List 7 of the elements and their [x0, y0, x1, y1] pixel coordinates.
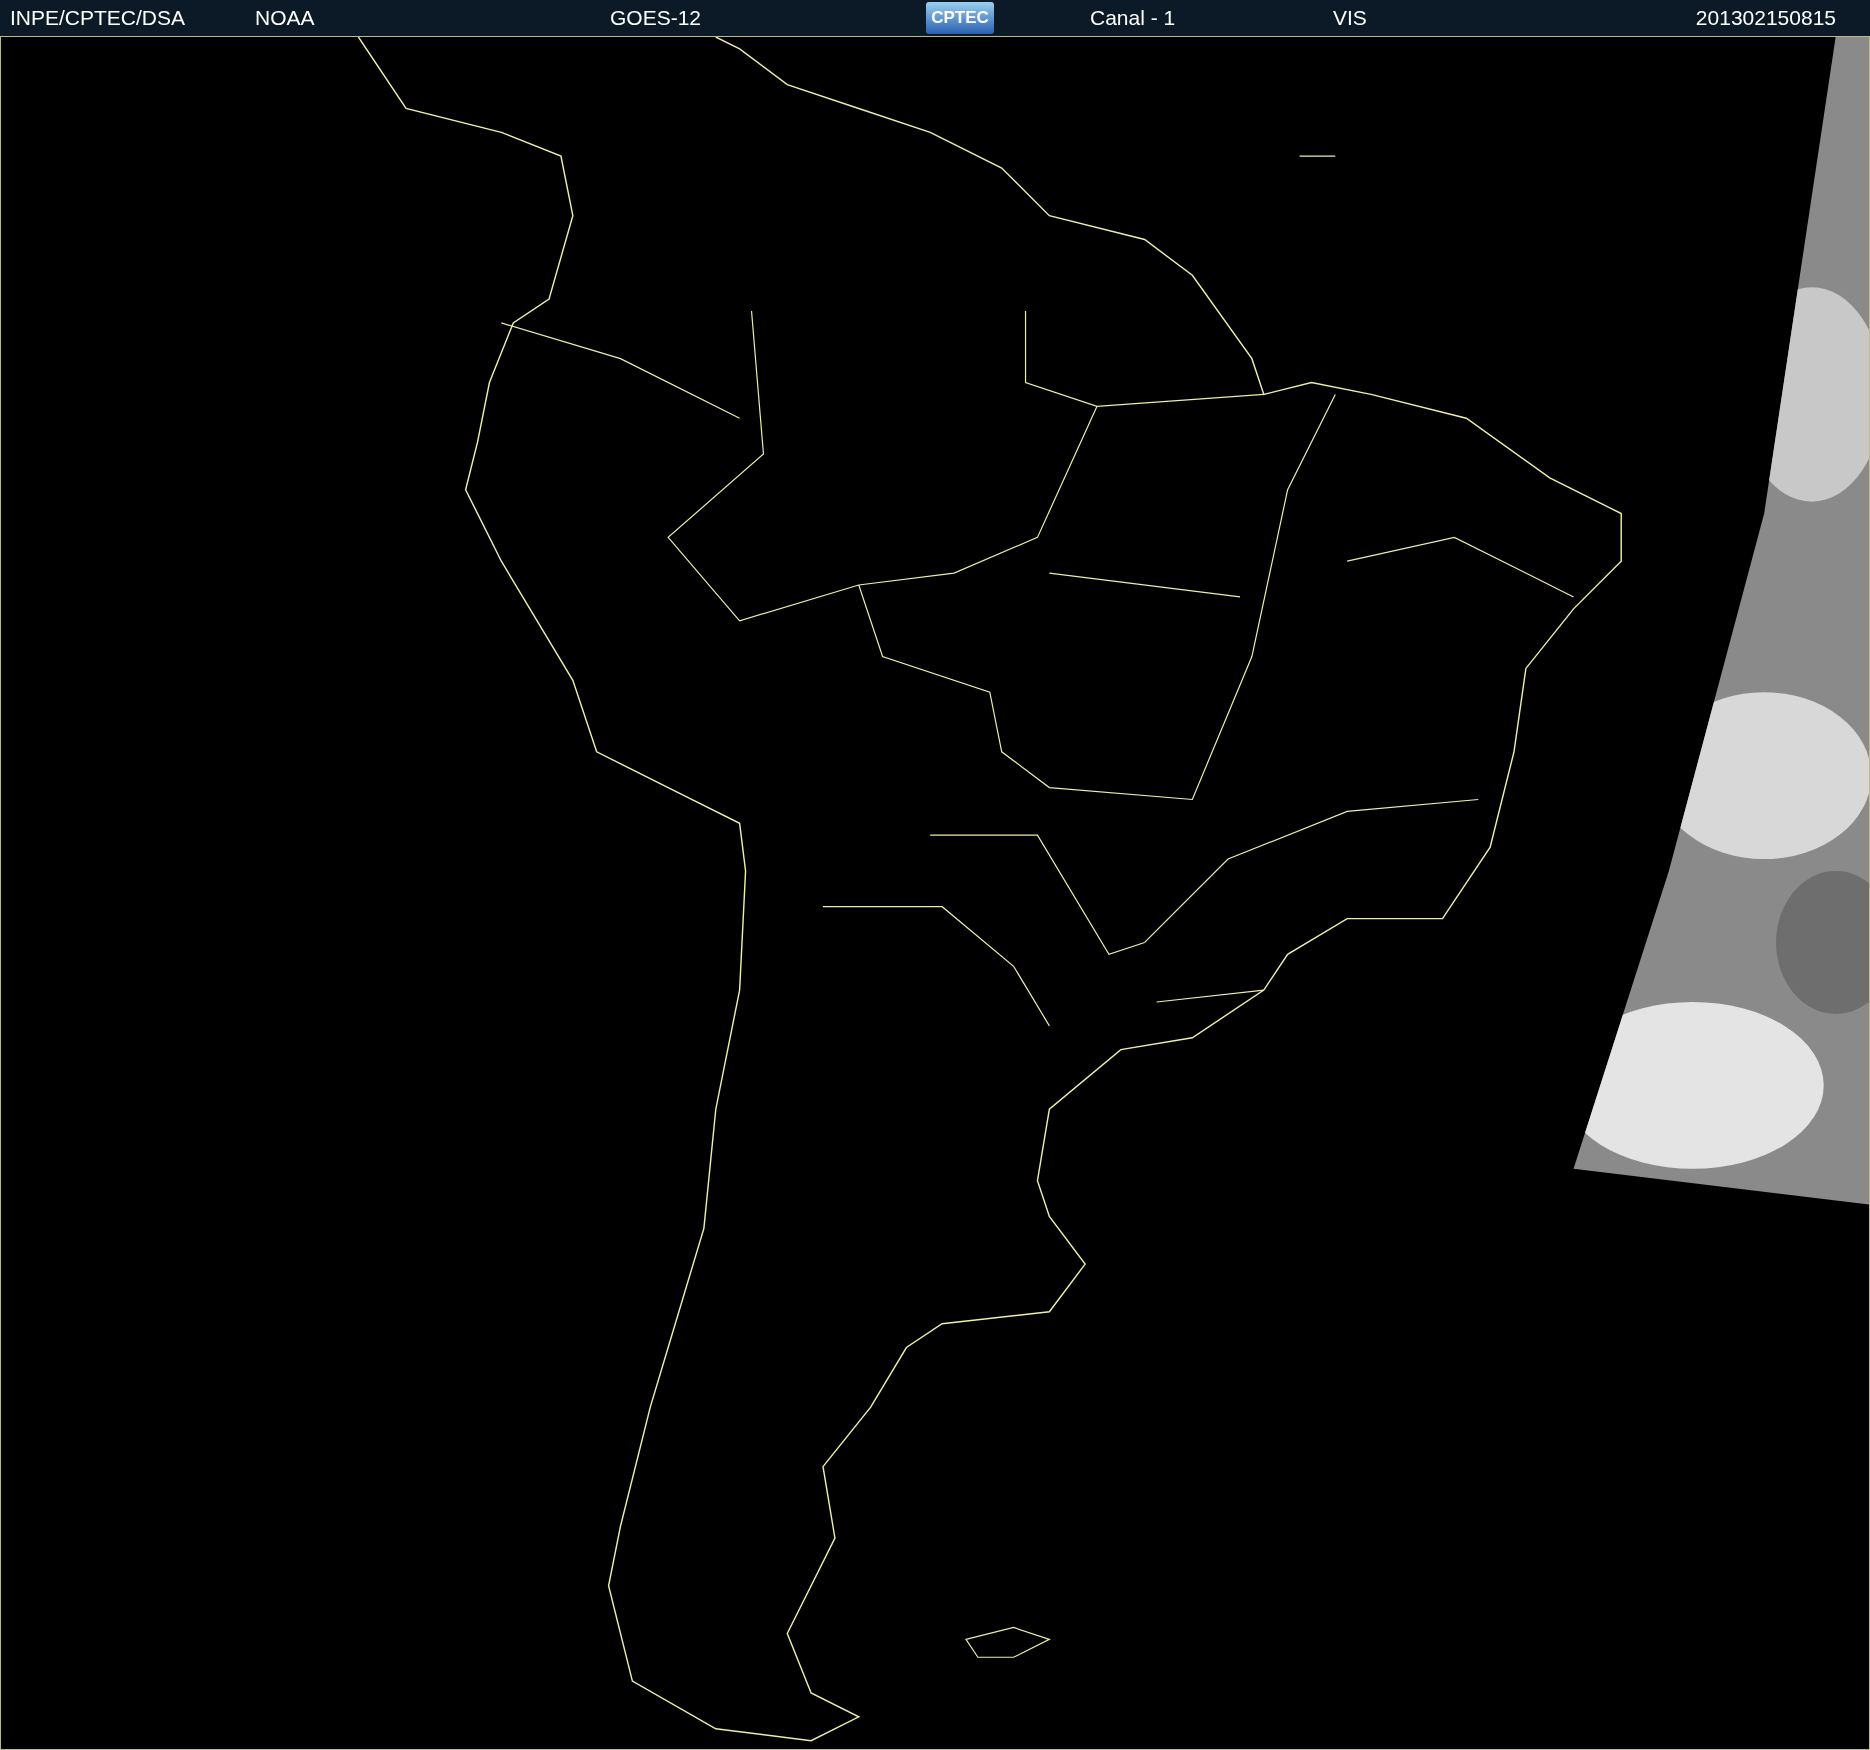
- header-label: VIS: [1333, 6, 1368, 30]
- header-label: Canal - 1: [1090, 6, 1177, 30]
- header-label: INPE/CPTEC/DSA: [10, 6, 187, 30]
- header-label: NOAA: [255, 6, 316, 30]
- header-label: 201302150815: [1695, 6, 1836, 30]
- logo: CPTEC: [926, 2, 994, 34]
- header-label: GOES-12: [610, 6, 703, 30]
